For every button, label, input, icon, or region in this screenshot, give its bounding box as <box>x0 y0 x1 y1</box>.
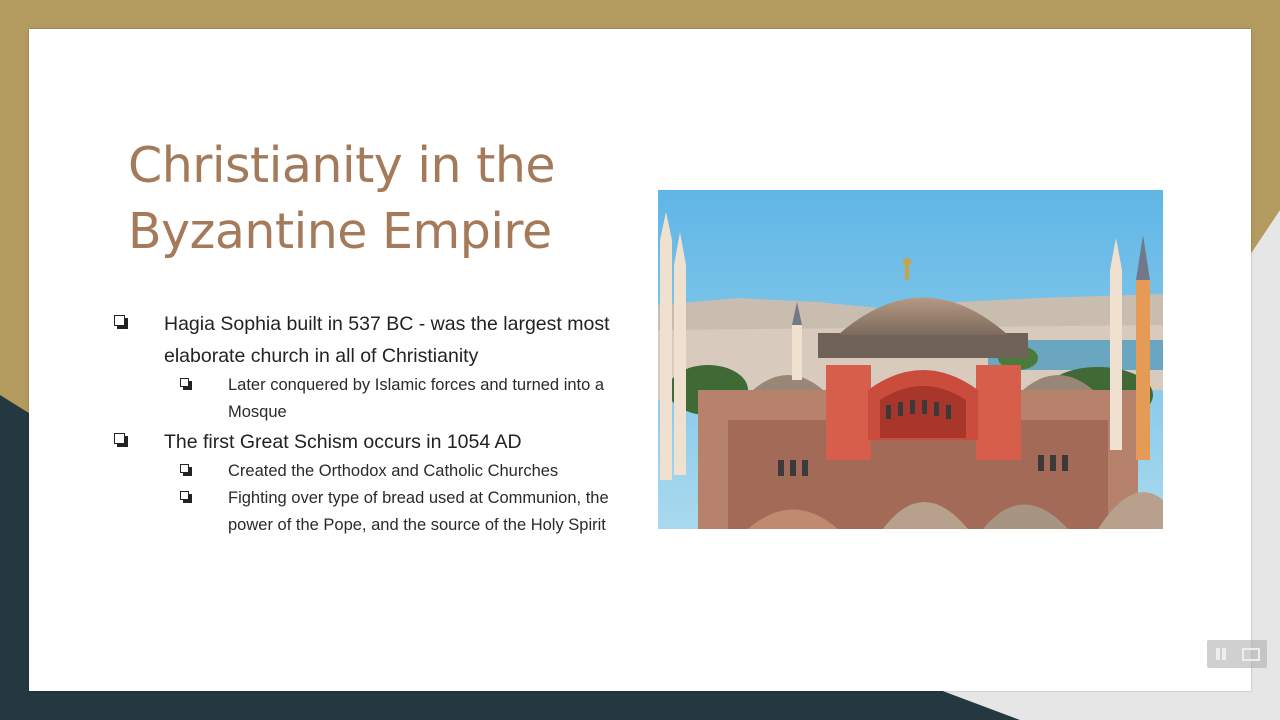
title-line-1: Christianity in the <box>128 137 556 194</box>
bullet-text: Created the Orthodox and Catholic Church… <box>228 462 559 480</box>
bullet-item: Hagia Sophia built in 537 BC - was the l… <box>110 308 610 372</box>
checkbox-bullet-icon <box>180 464 192 476</box>
screen-icon[interactable] <box>1242 647 1260 661</box>
bullet-list: Hagia Sophia built in 537 BC - was the l… <box>110 308 610 539</box>
slide-title: Christianity in the Byzantine Empire <box>128 133 648 265</box>
slideshow-controls <box>1207 640 1267 668</box>
checkbox-bullet-icon <box>114 433 128 447</box>
bullet-text: Fighting over type of bread used at Comm… <box>228 489 609 534</box>
bullet-text: Hagia Sophia built in 537 BC - was the l… <box>164 313 610 367</box>
sub-bullet-item: Fighting over type of bread used at Comm… <box>110 485 610 539</box>
checkbox-bullet-icon <box>114 315 128 329</box>
bullet-text: Later conquered by Islamic forces and tu… <box>228 376 605 421</box>
bullet-item: The first Great Schism occurs in 1054 AD <box>110 426 610 458</box>
checkbox-bullet-icon <box>180 491 192 503</box>
bullet-text: The first Great Schism occurs in 1054 AD <box>164 431 522 453</box>
checkbox-bullet-icon <box>180 378 192 390</box>
title-line-2: Byzantine Empire <box>128 203 552 260</box>
sub-bullet-item: Created the Orthodox and Catholic Church… <box>110 458 610 485</box>
pause-icon[interactable] <box>1214 647 1228 661</box>
sub-bullet-item: Later conquered by Islamic forces and tu… <box>110 372 610 426</box>
hagia-sophia-photo <box>658 190 1163 529</box>
